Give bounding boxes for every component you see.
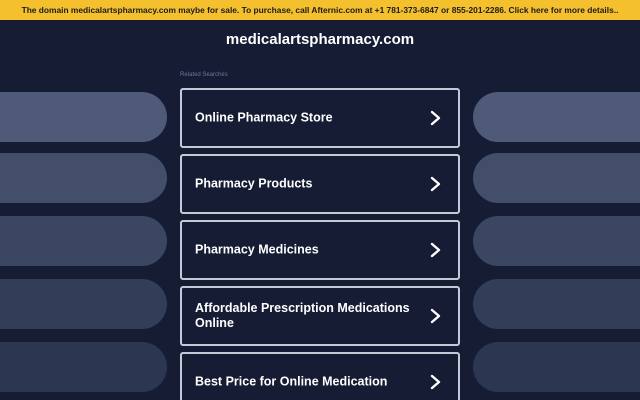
chevron-right-icon [430,374,441,390]
side-pill-right-2 [473,153,640,203]
side-pill-left-2 [0,153,167,203]
related-link-pharmacy-products[interactable]: Pharmacy Products [180,154,460,214]
related-link-best-price-for-online-medication[interactable]: Best Price for Online Medication [180,352,460,400]
related-link-pharmacy-medicines[interactable]: Pharmacy Medicines [180,220,460,280]
side-pill-left-1 [0,92,167,142]
related-link-online-pharmacy-store[interactable]: Online Pharmacy Store [180,88,460,148]
related-link-label[interactable]: Affordable Prescription Medications Onli… [195,301,415,331]
side-pill-left-4 [0,279,167,329]
related-link-label[interactable]: Pharmacy Medicines [195,243,415,258]
related-searches-label: Related Searches [180,72,228,78]
side-pill-right-4 [473,279,640,329]
related-link-label[interactable]: Online Pharmacy Store [195,111,415,126]
chevron-right-icon [430,308,441,324]
side-pill-right-1 [473,92,640,142]
domain-title: medicalartspharmacy.com [225,31,415,48]
chevron-right-icon [430,176,441,192]
banner-text[interactable]: The domain medicalartspharmacy.com maybe… [22,5,619,15]
chevron-right-icon [430,242,441,258]
side-pill-left-3 [0,216,167,266]
chevron-right-icon [430,110,441,126]
domain-sale-banner[interactable]: The domain medicalartspharmacy.com maybe… [0,0,640,20]
page: The domain medicalartspharmacy.com maybe… [0,0,640,400]
side-pill-left-5 [0,342,167,392]
related-link-label[interactable]: Pharmacy Products [195,177,415,192]
side-pill-right-3 [473,216,640,266]
side-pill-right-5 [473,342,640,392]
related-link-label[interactable]: Best Price for Online Medication [195,375,415,390]
related-link-affordable-prescription-medications-online[interactable]: Affordable Prescription Medications Onli… [180,286,460,346]
